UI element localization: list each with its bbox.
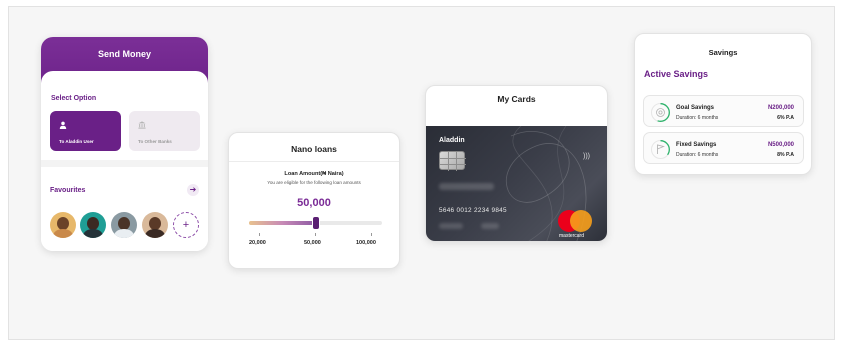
chip-icon xyxy=(439,151,466,171)
select-option-label: Select Option xyxy=(51,95,97,102)
plus-icon: + xyxy=(182,219,190,231)
send-money-card: Send Money Select Option To Aladdin User xyxy=(41,37,208,251)
favourites-arrow-icon[interactable]: ➔ xyxy=(187,184,199,196)
slider-tick xyxy=(315,233,316,236)
slider-tick xyxy=(371,233,372,236)
savings-rate: 8% P.A xyxy=(777,152,794,158)
send-money-body: Select Option To Aladdin User To Other B… xyxy=(41,71,208,251)
savings-item-fixed[interactable]: Fixed Savings Duration: 6 months N500,00… xyxy=(643,132,804,164)
option-aladdin-user-button[interactable]: To Aladdin User xyxy=(50,111,121,151)
avatar[interactable] xyxy=(142,212,168,238)
loan-amount-label: Loan Amount(₦ Naira) xyxy=(284,171,344,177)
savings-name: Goal Savings xyxy=(676,105,715,111)
card-network-label: mastercard xyxy=(559,233,585,239)
savings-amount: N500,000 xyxy=(767,142,794,148)
savings-title: Savings xyxy=(708,48,738,57)
card-expiry-blurred xyxy=(439,223,463,229)
add-favourite-button[interactable]: + xyxy=(173,212,199,238)
savings-amount: N200,000 xyxy=(767,105,794,111)
option-label: To Aladdin User xyxy=(59,139,94,144)
nano-loans-title: Nano loans xyxy=(291,144,337,154)
selected-loan-amount: 50,000 xyxy=(297,197,331,209)
contactless-icon: ))) xyxy=(583,153,590,160)
card-brand: Aladdin xyxy=(439,137,465,144)
header-divider xyxy=(229,161,399,162)
savings-duration: Duration: 6 months xyxy=(676,115,719,121)
avatar-body xyxy=(53,229,73,238)
debit-card[interactable]: Aladdin ))) 5646 0012 2234 9845 masterca… xyxy=(426,126,607,241)
avatar[interactable] xyxy=(50,212,76,238)
my-cards-title: My Cards xyxy=(497,94,536,104)
slider-tick xyxy=(259,233,260,236)
nano-loans-card: Nano loans Loan Amount(₦ Naira) You are … xyxy=(228,132,400,269)
slider-mid-label: 50,000 xyxy=(304,240,321,246)
avatar-body xyxy=(114,229,134,238)
savings-card: Savings Active Savings Goal Savings Dura… xyxy=(634,33,812,175)
slider-min-label: 20,000 xyxy=(249,240,266,246)
favourites-label: Favourites xyxy=(50,187,86,194)
user-icon xyxy=(59,121,67,129)
loan-slider-track[interactable] xyxy=(249,217,382,229)
savings-item-goal[interactable]: Goal Savings Duration: 6 months N200,000… xyxy=(643,95,804,127)
goal-icon xyxy=(651,103,670,122)
card-holder-blurred xyxy=(439,183,494,190)
canvas-background: Send Money Select Option To Aladdin User xyxy=(8,6,835,340)
card-cvv-blurred xyxy=(481,223,499,229)
slider-max-label: 100,000 xyxy=(356,240,376,246)
avatar[interactable] xyxy=(111,212,137,238)
mastercard-logo-icon xyxy=(558,210,592,232)
option-other-banks-button[interactable]: To Other Banks xyxy=(129,111,200,151)
bank-icon xyxy=(138,121,146,129)
avatar-body xyxy=(83,229,103,238)
send-money-title: Send Money xyxy=(97,49,151,59)
savings-name: Fixed Savings xyxy=(676,142,717,148)
my-cards-panel: My Cards Aladdin ))) 5646 0012 2234 9845 xyxy=(425,85,608,242)
card-number: 5646 0012 2234 9845 xyxy=(439,207,507,214)
loan-slider-handle[interactable] xyxy=(312,217,319,229)
loan-slider-fill xyxy=(249,221,316,225)
eligibility-text: You are eligible for the following loan … xyxy=(267,180,361,185)
avatar-body xyxy=(145,229,165,238)
savings-duration: Duration: 6 months xyxy=(676,152,719,158)
savings-rate: 6% P.A xyxy=(777,115,794,121)
option-label: To Other Banks xyxy=(138,139,172,144)
flag-icon xyxy=(651,140,670,159)
avatar[interactable] xyxy=(80,212,106,238)
active-savings-heading: Active Savings xyxy=(644,69,709,79)
section-divider xyxy=(41,160,208,167)
